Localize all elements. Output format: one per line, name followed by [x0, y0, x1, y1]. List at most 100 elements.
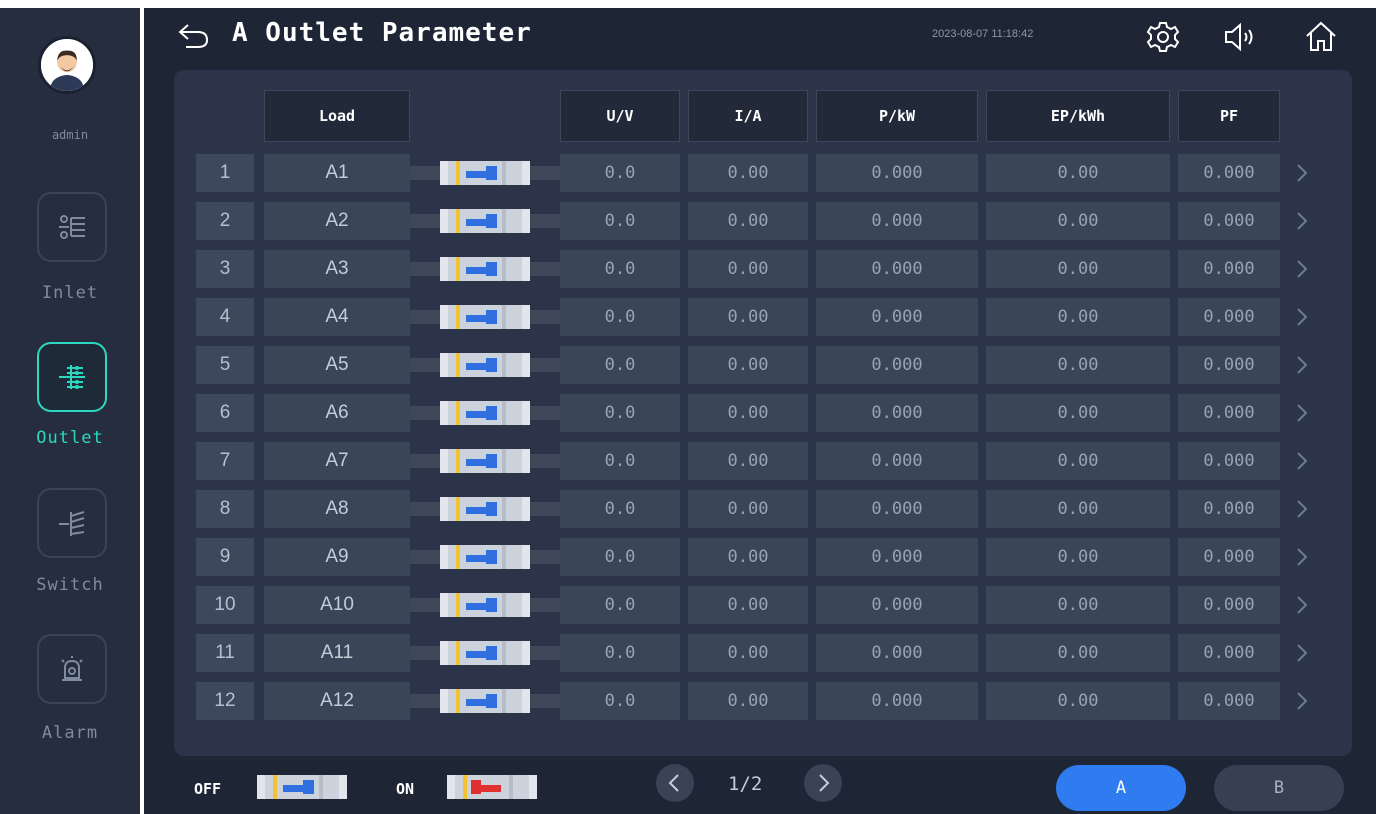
- row-power: 0.000: [816, 442, 978, 480]
- row-detail-chevron-icon[interactable]: [1292, 442, 1312, 480]
- breaker-switch-icon[interactable]: [440, 305, 530, 329]
- nav-inlet-button[interactable]: [37, 192, 107, 262]
- row-power-factor: 0.000: [1178, 202, 1280, 240]
- row-index: 11: [196, 634, 254, 672]
- row-energy: 0.00: [986, 202, 1170, 240]
- speaker-icon[interactable]: [1222, 20, 1256, 54]
- row-current: 0.00: [688, 154, 808, 192]
- row-load-name: A2: [264, 202, 410, 240]
- row-load-name: A1: [264, 154, 410, 192]
- row-load-name: A6: [264, 394, 410, 432]
- nav-switch-button[interactable]: [37, 488, 107, 558]
- column-header-power-factor: PF: [1178, 90, 1280, 142]
- row-load-name: A10: [264, 586, 410, 624]
- row-index: 9: [196, 538, 254, 576]
- user-avatar-icon: [41, 39, 93, 91]
- row-current: 0.00: [688, 586, 808, 624]
- back-arrow-icon[interactable]: [176, 22, 210, 50]
- row-power-factor: 0.000: [1178, 346, 1280, 384]
- column-header-energy: EP/kWh: [986, 90, 1170, 142]
- outlet-table-panel: Load U/V I/A P/kW EP/kWh PF 1 A1 0.0 0.00 0.…: [174, 70, 1352, 756]
- row-energy: 0.00: [986, 154, 1170, 192]
- breaker-switch-icon[interactable]: [440, 209, 530, 233]
- row-load-name: A8: [264, 490, 410, 528]
- breaker-switch-icon[interactable]: [440, 353, 530, 377]
- breaker-switch-icon[interactable]: [440, 161, 530, 185]
- row-index: 1: [196, 154, 254, 192]
- nav-outlet-label: Outlet: [36, 428, 104, 448]
- column-header-power: P/kW: [816, 90, 978, 142]
- row-detail-chevron-icon[interactable]: [1292, 394, 1312, 432]
- row-detail-chevron-icon[interactable]: [1292, 682, 1312, 720]
- row-detail-chevron-icon[interactable]: [1292, 202, 1312, 240]
- row-power: 0.000: [816, 346, 978, 384]
- row-current: 0.00: [688, 202, 808, 240]
- row-detail-chevron-icon[interactable]: [1292, 538, 1312, 576]
- column-header-voltage: U/V: [560, 90, 680, 142]
- row-power-factor: 0.000: [1178, 682, 1280, 720]
- breaker-switch-icon[interactable]: [440, 545, 530, 569]
- row-detail-chevron-icon[interactable]: [1292, 634, 1312, 672]
- breaker-switch-icon[interactable]: [440, 689, 530, 713]
- legend-on-label: ON: [396, 780, 415, 798]
- column-header-current: I/A: [688, 90, 808, 142]
- nav-alarm-label: Alarm: [41, 723, 99, 743]
- row-power: 0.000: [816, 490, 978, 528]
- column-header-load: Load: [264, 90, 410, 142]
- legend-switch-on-icon: [447, 775, 537, 799]
- avatar[interactable]: [38, 36, 96, 94]
- nav-alarm-button[interactable]: [37, 634, 107, 704]
- row-current: 0.00: [688, 442, 808, 480]
- breaker-switch-icon[interactable]: [440, 257, 530, 281]
- row-current: 0.00: [688, 250, 808, 288]
- row-index: 8: [196, 490, 254, 528]
- row-power: 0.000: [816, 586, 978, 624]
- row-energy: 0.00: [986, 538, 1170, 576]
- row-detail-chevron-icon[interactable]: [1292, 250, 1312, 288]
- row-detail-chevron-icon[interactable]: [1292, 346, 1312, 384]
- row-power: 0.000: [816, 298, 978, 336]
- breaker-switch-icon[interactable]: [440, 497, 530, 521]
- row-current: 0.00: [688, 490, 808, 528]
- row-detail-chevron-icon[interactable]: [1292, 490, 1312, 528]
- breaker-switch-icon[interactable]: [440, 449, 530, 473]
- next-page-button[interactable]: [804, 764, 842, 802]
- prev-page-button[interactable]: [656, 764, 694, 802]
- row-voltage: 0.0: [560, 250, 680, 288]
- row-index: 7: [196, 442, 254, 480]
- tab-b[interactable]: B: [1214, 765, 1344, 811]
- home-icon[interactable]: [1304, 20, 1338, 54]
- row-index: 3: [196, 250, 254, 288]
- app-window: admin Inlet Outlet Switch Alarm A Outlet…: [0, 0, 1376, 814]
- row-load-name: A5: [264, 346, 410, 384]
- row-voltage: 0.0: [560, 394, 680, 432]
- row-detail-chevron-icon[interactable]: [1292, 586, 1312, 624]
- row-energy: 0.00: [986, 634, 1170, 672]
- row-current: 0.00: [688, 538, 808, 576]
- chevron-right-icon: [819, 774, 830, 792]
- breaker-switch-icon[interactable]: [440, 641, 530, 665]
- row-detail-chevron-icon[interactable]: [1292, 298, 1312, 336]
- row-detail-chevron-icon[interactable]: [1292, 154, 1312, 192]
- row-current: 0.00: [688, 682, 808, 720]
- row-power-factor: 0.000: [1178, 586, 1280, 624]
- row-load-name: A4: [264, 298, 410, 336]
- row-index: 5: [196, 346, 254, 384]
- row-load-name: A7: [264, 442, 410, 480]
- settings-gear-icon[interactable]: [1146, 20, 1180, 54]
- row-voltage: 0.0: [560, 298, 680, 336]
- row-voltage: 0.0: [560, 682, 680, 720]
- row-current: 0.00: [688, 394, 808, 432]
- row-index: 6: [196, 394, 254, 432]
- row-voltage: 0.0: [560, 490, 680, 528]
- breaker-switch-icon[interactable]: [440, 401, 530, 425]
- row-energy: 0.00: [986, 442, 1170, 480]
- row-index: 10: [196, 586, 254, 624]
- breaker-switch-icon[interactable]: [440, 593, 530, 617]
- nav-outlet-button[interactable]: [37, 342, 107, 412]
- row-energy: 0.00: [986, 682, 1170, 720]
- switch-icon: [59, 511, 85, 536]
- tab-a[interactable]: A: [1056, 765, 1186, 811]
- row-power: 0.000: [816, 682, 978, 720]
- row-power-factor: 0.000: [1178, 394, 1280, 432]
